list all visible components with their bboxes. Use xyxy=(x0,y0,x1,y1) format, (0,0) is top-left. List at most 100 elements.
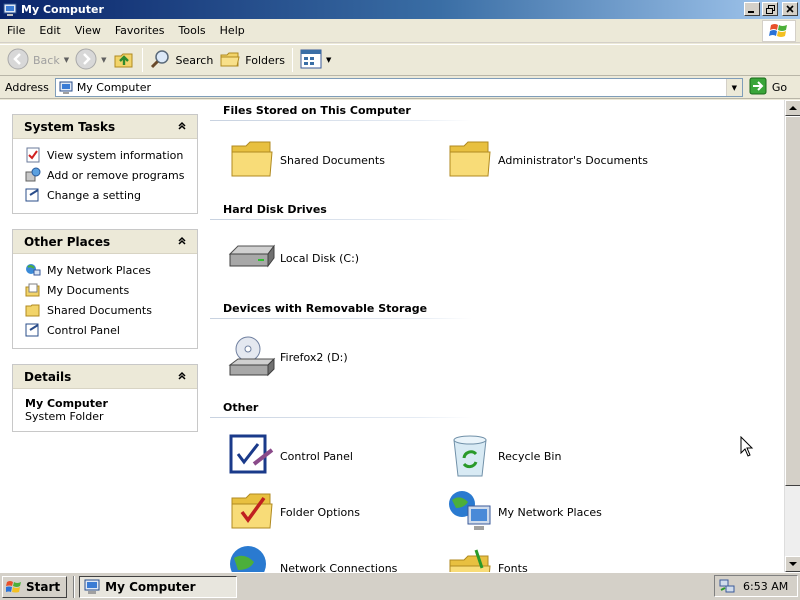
system-tasks-title: System Tasks xyxy=(24,119,116,134)
task-pane: System Tasks View system information Add… xyxy=(0,100,210,572)
scroll-down-button[interactable] xyxy=(785,556,800,572)
back-button[interactable]: Back ▼ xyxy=(4,46,72,74)
close-button[interactable] xyxy=(782,2,798,16)
other-places-panel: Other Places My Network Places My Docume… xyxy=(12,229,198,349)
collapse-chevron-icon[interactable] xyxy=(175,369,189,383)
group-title: Files Stored on This Computer xyxy=(223,104,411,117)
details-header[interactable]: Details xyxy=(13,365,197,389)
address-value: My Computer xyxy=(76,81,151,94)
group-divider xyxy=(210,318,472,319)
start-label: Start xyxy=(26,579,61,594)
views-icon xyxy=(300,49,322,72)
views-button[interactable]: ▼ xyxy=(297,46,334,74)
add-remove-programs-link[interactable]: Add or remove programs xyxy=(25,165,197,185)
fonts-tile[interactable]: Fonts xyxy=(446,544,528,572)
other-places-header[interactable]: Other Places xyxy=(13,230,197,254)
go-arrow-icon xyxy=(749,77,767,98)
control-panel-icon xyxy=(25,322,41,338)
local-disk-tile[interactable]: Local Disk (C:) xyxy=(228,234,359,282)
tile-label: Recycle Bin xyxy=(498,449,562,463)
views-dropdown-icon[interactable]: ▼ xyxy=(326,56,331,64)
recycle-bin-tile[interactable]: Recycle Bin xyxy=(446,432,561,480)
details-subtitle: System Folder xyxy=(25,410,104,423)
my-documents-label: My Documents xyxy=(47,283,130,297)
my-network-places-tile[interactable]: My Network Places xyxy=(446,488,602,536)
shared-documents-label: Shared Documents xyxy=(47,303,152,317)
control-panel-label: Control Panel xyxy=(47,323,120,337)
menu-help[interactable]: Help xyxy=(213,21,252,41)
forward-arrow-icon xyxy=(75,48,97,73)
shared-documents-link[interactable]: Shared Documents xyxy=(25,300,197,320)
forward-button[interactable]: ▼ xyxy=(72,46,109,74)
view-system-information-link[interactable]: View system information xyxy=(25,145,197,165)
go-button[interactable]: Go xyxy=(749,77,787,98)
search-button[interactable]: Search xyxy=(147,46,217,74)
control-panel-tile[interactable]: Control Panel xyxy=(228,432,353,480)
clock: 6:53 AM xyxy=(743,579,789,593)
menu-bar: File Edit View Favorites Tools Help xyxy=(0,19,800,43)
details-title: Details xyxy=(24,369,72,384)
restore-button[interactable] xyxy=(762,2,778,16)
search-label: Search xyxy=(175,53,214,67)
up-folder-button[interactable] xyxy=(110,46,138,74)
details-panel: Details My Computer System Folder xyxy=(12,364,198,432)
folder-icon xyxy=(25,302,41,318)
my-computer-icon xyxy=(56,81,73,95)
my-documents-link[interactable]: My Documents xyxy=(25,280,197,300)
search-icon xyxy=(150,48,172,73)
folders-button[interactable]: Folders xyxy=(216,46,288,74)
back-dropdown-icon[interactable]: ▼ xyxy=(64,56,69,64)
change-a-setting-label: Change a setting xyxy=(47,188,141,202)
system-tasks-header[interactable]: System Tasks xyxy=(13,115,197,139)
tile-label: Shared Documents xyxy=(280,153,385,167)
my-computer-icon xyxy=(3,3,17,17)
change-a-setting-link[interactable]: Change a setting xyxy=(25,185,197,205)
recycle-bin-icon xyxy=(446,432,494,480)
address-dropdown-icon[interactable]: ▼ xyxy=(725,79,742,96)
group-title: Hard Disk Drives xyxy=(223,203,327,216)
tile-label: Administrator's Documents xyxy=(498,153,648,167)
system-tray: 6:53 AM xyxy=(714,575,798,597)
address-input[interactable]: My Computer ▼ xyxy=(54,78,743,97)
tile-label: Control Panel xyxy=(280,449,353,463)
title-bar[interactable]: My Computer xyxy=(0,0,800,19)
control-panel-link[interactable]: Control Panel xyxy=(25,320,197,340)
folder-options-icon xyxy=(228,488,276,536)
back-arrow-icon xyxy=(7,48,29,73)
menu-file[interactable]: File xyxy=(0,21,32,41)
folder-options-tile[interactable]: Folder Options xyxy=(228,488,360,536)
go-label: Go xyxy=(771,81,788,94)
scroll-up-button[interactable] xyxy=(785,100,800,116)
taskbar-separator xyxy=(73,575,76,598)
vertical-scrollbar[interactable] xyxy=(784,100,800,572)
network-connections-tile[interactable]: Network Connections xyxy=(228,544,397,572)
administrators-documents-tile[interactable]: Administrator's Documents xyxy=(446,136,648,184)
window-controls xyxy=(744,2,798,16)
my-computer-icon xyxy=(84,579,100,595)
group-title: Other xyxy=(223,401,259,414)
forward-dropdown-icon[interactable]: ▼ xyxy=(101,56,106,64)
my-network-places-link[interactable]: My Network Places xyxy=(25,260,197,280)
scroll-thumb[interactable] xyxy=(785,116,800,486)
fonts-folder-icon xyxy=(446,544,494,572)
menu-tools[interactable]: Tools xyxy=(172,21,213,41)
minimize-button[interactable] xyxy=(744,2,760,16)
start-button[interactable]: Start xyxy=(2,575,68,598)
content-area: Files Stored on This Computer Shared Doc… xyxy=(210,100,784,572)
group-title: Devices with Removable Storage xyxy=(223,302,428,315)
collapse-chevron-icon[interactable] xyxy=(175,119,189,133)
menu-favorites[interactable]: Favorites xyxy=(108,21,172,41)
tile-label: Network Connections xyxy=(280,561,398,573)
toolbar: Back ▼ ▼ Search Folders ▼ xyxy=(0,44,800,76)
shared-documents-tile[interactable]: Shared Documents xyxy=(228,136,385,184)
add-remove-programs-label: Add or remove programs xyxy=(47,168,185,182)
windows-logo-icon xyxy=(762,20,796,42)
network-status-icon[interactable] xyxy=(719,578,735,594)
taskbar-button-my-computer[interactable]: My Computer xyxy=(79,575,238,598)
menu-view[interactable]: View xyxy=(68,21,108,41)
menu-edit[interactable]: Edit xyxy=(32,21,67,41)
collapse-chevron-icon[interactable] xyxy=(175,234,189,248)
task-label: My Computer xyxy=(105,579,196,594)
tile-label: My Network Places xyxy=(498,505,602,519)
firefox2-drive-tile[interactable]: Firefox2 (D:) xyxy=(228,333,348,381)
